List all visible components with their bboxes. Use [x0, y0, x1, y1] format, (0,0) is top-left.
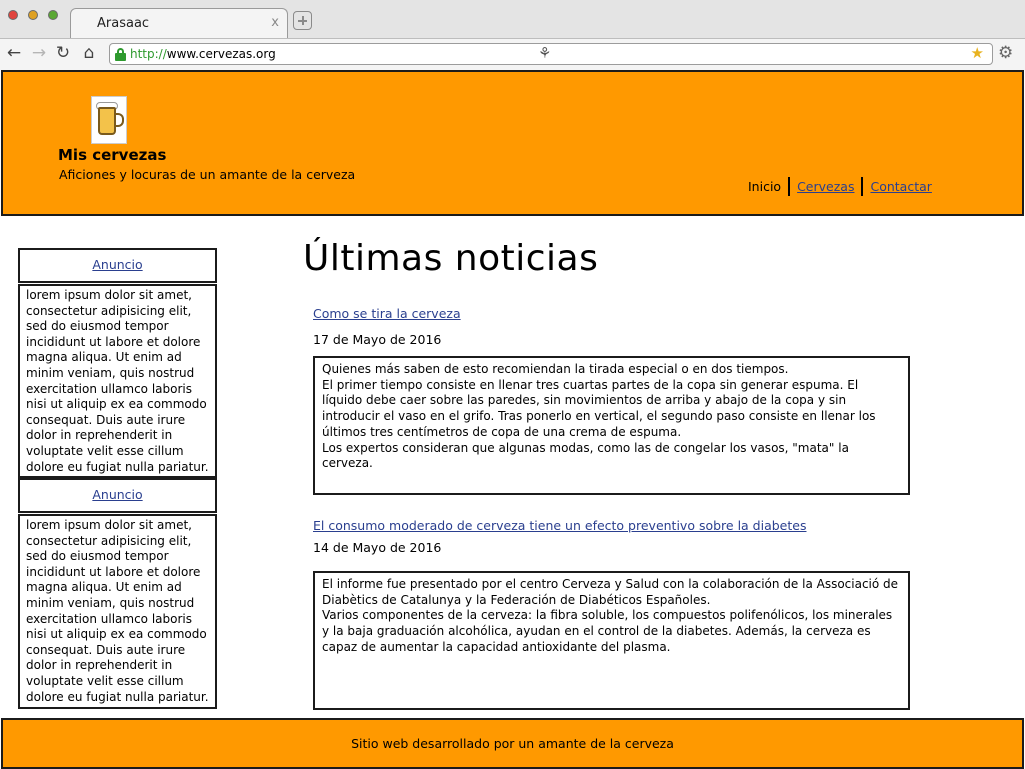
tab-close-icon[interactable]: x — [271, 15, 279, 30]
menu-divider — [861, 176, 864, 196]
new-tab-icon[interactable] — [293, 11, 312, 30]
site-title: Mis cervezas — [58, 146, 167, 164]
maximize-window-icon[interactable] — [48, 10, 58, 20]
news-title-link[interactable]: Como se tira la cerveza — [313, 306, 461, 321]
ad-text: lorem ipsum dolor sit amet, consectetur … — [18, 514, 217, 709]
ad-header: Anuncio — [18, 248, 217, 283]
news-paragraph: Varios componentes de la cerveza: la fib… — [322, 608, 893, 654]
site-tagline: Aficiones y locuras de un amante de la c… — [59, 167, 356, 182]
ad-link[interactable]: Anuncio — [92, 257, 142, 272]
lock-icon — [115, 48, 126, 61]
url-text[interactable]: http://www.cervezas.org — [130, 47, 276, 61]
site-footer: Sitio web desarrollado por un amante de … — [1, 718, 1024, 769]
news-paragraph: El informe fue presentado por el centro … — [322, 577, 899, 607]
browser-toolbar: ← → ↻ ⌂ http://www.cervezas.org ⚘ ★ ⚙ — [0, 38, 1025, 70]
reload-icon[interactable]: ↻ — [53, 43, 73, 63]
beer-mug-icon — [98, 107, 116, 135]
ad-link[interactable]: Anuncio — [92, 487, 142, 502]
tab-title: Arasaac — [97, 16, 150, 31]
menu-divider — [788, 176, 791, 196]
browser-tab[interactable]: Arasaac x — [70, 8, 288, 38]
news-date: 14 de Mayo de 2016 — [313, 540, 442, 555]
browser-chrome: Arasaac x ← → ↻ ⌂ http://www.cervezas.or… — [0, 0, 1025, 70]
minimize-window-icon[interactable] — [28, 10, 38, 20]
bookmark-star-icon[interactable]: ★ — [971, 44, 984, 62]
beer-mug-logo[interactable] — [91, 96, 127, 144]
ad-header: Anuncio — [18, 478, 217, 513]
forward-arrow-icon[interactable]: → — [29, 43, 49, 63]
settings-gear-icon[interactable]: ⚙ — [998, 43, 1013, 63]
footer-text: Sitio web desarrollado por un amante de … — [351, 736, 674, 751]
menu-item-home[interactable]: Inicio — [748, 179, 781, 194]
news-paragraph: Quienes más saben de esto recomiendan la… — [322, 362, 789, 376]
address-bar[interactable]: http://www.cervezas.org ⚘ ★ — [109, 43, 993, 65]
extension-icon[interactable]: ⚘ — [538, 44, 551, 62]
back-arrow-icon[interactable]: ← — [4, 43, 24, 63]
close-window-icon[interactable] — [8, 10, 18, 20]
menu-item-beers[interactable]: Cervezas — [797, 179, 854, 194]
main-menu: Inicio Cervezas Contactar — [748, 176, 932, 196]
news-title-link[interactable]: El consumo moderado de cerveza tiene un … — [313, 518, 806, 533]
page-title: Últimas noticias — [303, 238, 599, 279]
ad-text: lorem ipsum dolor sit amet, consectetur … — [18, 284, 217, 478]
news-paragraph: El primer tiempo consiste en llenar tres… — [322, 377, 876, 439]
menu-item-contact[interactable]: Contactar — [870, 179, 931, 194]
news-body: Quienes más saben de esto recomiendan la… — [313, 356, 910, 495]
news-body: El informe fue presentado por el centro … — [313, 571, 910, 710]
site-header: Mis cervezas Aficiones y locuras de un a… — [1, 70, 1024, 216]
home-icon[interactable]: ⌂ — [79, 43, 99, 63]
mug-handle-icon — [116, 113, 124, 127]
news-paragraph: Los expertos consideran que algunas moda… — [322, 440, 849, 471]
news-date: 17 de Mayo de 2016 — [313, 332, 442, 347]
